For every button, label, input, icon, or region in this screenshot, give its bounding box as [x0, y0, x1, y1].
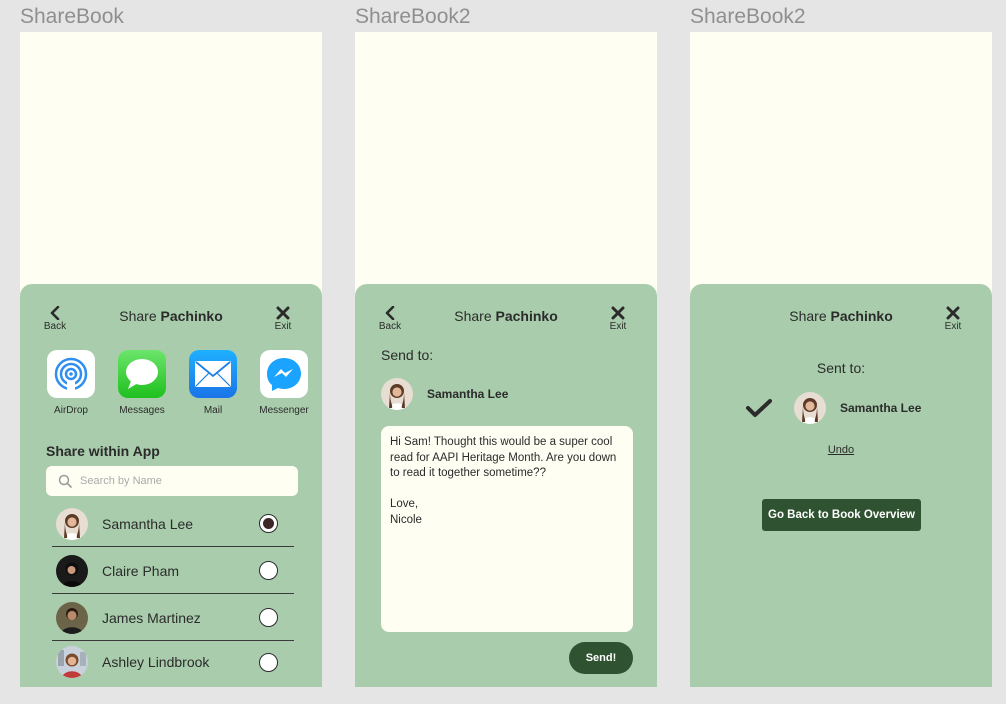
share-sheet: Back Share Pachinko Exit AirDrop Message…: [20, 284, 322, 687]
contact-name: Samantha Lee: [102, 515, 194, 532]
mail-icon: [189, 350, 237, 398]
contact-name: Ashley Lindbrook: [102, 654, 210, 670]
airdrop-icon: [47, 350, 95, 398]
book-title: Pachinko: [495, 308, 558, 324]
contact-radio[interactable]: [259, 652, 278, 672]
avatar: [56, 554, 88, 587]
sent-to-label: Sent to:: [816, 360, 866, 376]
contact-radio[interactable]: [259, 608, 278, 627]
exit-button[interactable]: Exit: [603, 306, 633, 332]
avatar: [56, 601, 88, 634]
share-sheet: Share Pachinko Exit Sent to: Samantha Le…: [690, 284, 992, 687]
contact-row[interactable]: Claire Pham: [52, 548, 294, 594]
share-app-airdrop[interactable]: AirDrop: [43, 350, 99, 416]
frame-label-sharebook2: ShareBook2: [355, 5, 471, 28]
share-sheet: Back Share Pachinko Exit Send to: Samant…: [355, 284, 657, 687]
messenger-icon: [260, 350, 308, 398]
contact-name: James Martinez: [102, 609, 201, 626]
book-title: Pachinko: [160, 308, 223, 324]
sharebook-screen: Back Share Pachinko Exit AirDrop Message…: [20, 32, 322, 687]
share-app-mail[interactable]: Mail: [185, 350, 241, 416]
share-apps-row: AirDrop Messages Mail Messenger: [20, 350, 322, 420]
contact-radio[interactable]: [259, 561, 278, 580]
sharebook2-sent-screen: Share Pachinko Exit Sent to: Samantha Le…: [690, 32, 992, 687]
undo-link[interactable]: Undo: [690, 444, 992, 456]
back-to-overview-button[interactable]: Go Back to Book Overview: [762, 499, 921, 531]
contact-row[interactable]: Ashley Lindbrook: [52, 639, 294, 685]
exit-label: Exit: [274, 321, 292, 332]
search-bar[interactable]: [46, 466, 298, 496]
send-to-label: Send to:: [381, 347, 434, 363]
exit-label: Exit: [944, 321, 962, 332]
send-button[interactable]: Send!: [569, 642, 633, 674]
recipient: Samantha Lee: [381, 378, 508, 410]
search-input[interactable]: [80, 475, 280, 487]
contact-radio[interactable]: [259, 514, 278, 533]
frame-label-sharebook2-sent: ShareBook2: [690, 5, 806, 28]
avatar: [56, 646, 88, 678]
exit-label: Exit: [609, 321, 627, 332]
app-label: AirDrop: [54, 405, 88, 416]
close-icon: [276, 306, 290, 320]
book-title: Pachinko: [830, 308, 893, 324]
exit-button[interactable]: Exit: [268, 306, 298, 332]
sharebook2-compose-screen: Back Share Pachinko Exit Send to: Samant…: [355, 32, 657, 687]
close-icon: [946, 306, 960, 320]
checkmark-icon: [746, 399, 772, 417]
contact-row[interactable]: Samantha Lee: [52, 501, 294, 547]
avatar: [56, 507, 88, 540]
frame-label-sharebook: ShareBook: [20, 5, 124, 28]
section-title: Share within App: [46, 443, 160, 459]
app-label: Mail: [203, 405, 223, 416]
app-label: Messenger: [259, 405, 309, 416]
exit-button[interactable]: Exit: [938, 306, 968, 332]
recipient-name: Samantha Lee: [427, 387, 509, 401]
avatar: [381, 378, 413, 410]
messages-icon: [118, 350, 166, 398]
search-icon: [58, 474, 72, 488]
message-textarea[interactable]: Hi Sam! Thought this would be a super co…: [381, 426, 633, 632]
sent-recipient: Samantha Lee: [746, 392, 921, 424]
avatar: [794, 392, 826, 424]
recipient-name: Samantha Lee: [840, 401, 922, 415]
app-label: Messages: [119, 405, 165, 416]
share-app-messages[interactable]: Messages: [114, 350, 170, 416]
close-icon: [611, 306, 625, 320]
share-app-messenger[interactable]: Messenger: [256, 350, 312, 416]
contact-row[interactable]: James Martinez: [52, 595, 294, 641]
contact-name: Claire Pham: [102, 562, 180, 579]
